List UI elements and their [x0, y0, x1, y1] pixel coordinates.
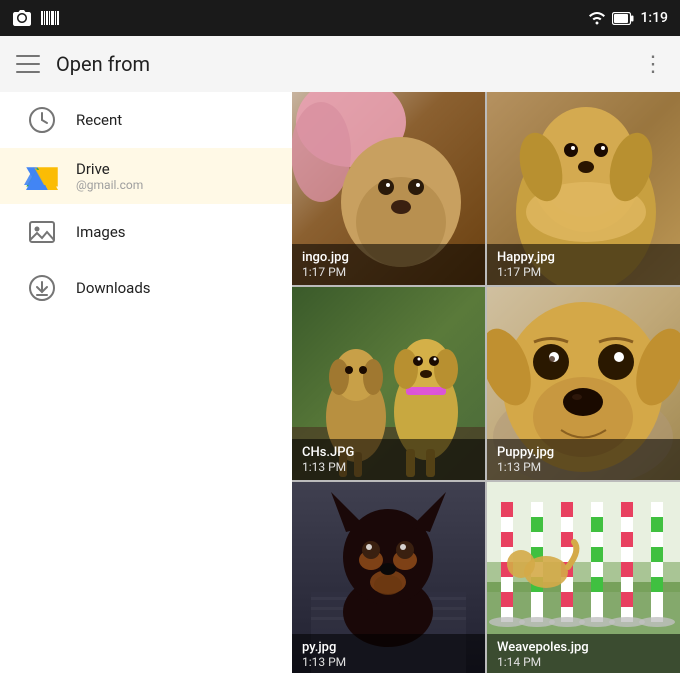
image-caption-1: Happy.jpg 1:17 PM [487, 244, 680, 285]
image-item-1[interactable]: Happy.jpg 1:17 PM [487, 92, 680, 285]
image-time-5: 1:14 PM [497, 655, 670, 669]
status-bar-right-icons: 1:19 [588, 10, 668, 26]
image-item-2[interactable]: CHs.JPG 1:13 PM [292, 287, 485, 480]
page-title: Open from [56, 52, 150, 76]
sidebar: Recent [0, 92, 292, 673]
barcode-icon [40, 9, 60, 27]
image-time-2: 1:13 PM [302, 460, 475, 474]
image-filename-4: py.jpg [302, 640, 475, 655]
image-filename-2: CHs.JPG [302, 445, 475, 460]
battery-icon [612, 12, 634, 25]
sidebar-recent-label: Recent [76, 111, 122, 129]
image-item-5[interactable]: Weavepoles.jpg 1:14 PM [487, 482, 680, 673]
status-time: 1:19 [640, 10, 668, 26]
drive-icon [24, 158, 60, 194]
sidebar-recent-content: Recent [76, 111, 122, 129]
sidebar-drive-content: Drive @gmail.com [76, 160, 143, 192]
status-bar-left-icons [12, 9, 60, 27]
sidebar-item-recent[interactable]: Recent [0, 92, 292, 148]
camera-icon [12, 9, 32, 27]
image-caption-5: Weavepoles.jpg 1:14 PM [487, 634, 680, 673]
image-item-3[interactable]: Puppy.jpg 1:13 PM [487, 287, 680, 480]
image-caption-3: Puppy.jpg 1:13 PM [487, 439, 680, 480]
sidebar-downloads-label: Downloads [76, 279, 151, 297]
image-time-3: 1:13 PM [497, 460, 670, 474]
image-filename-0: ingo.jpg [302, 250, 475, 265]
sidebar-item-downloads[interactable]: Downloads [0, 260, 292, 316]
sidebar-drive-label: Drive [76, 160, 143, 178]
image-filename-1: Happy.jpg [497, 250, 670, 265]
image-caption-4: py.jpg 1:13 PM [292, 634, 485, 673]
sidebar-item-drive[interactable]: Drive @gmail.com [0, 148, 292, 204]
sidebar-drive-email: @gmail.com [76, 178, 143, 192]
image-item-0[interactable]: ingo.jpg 1:17 PM [292, 92, 485, 285]
sidebar-item-images[interactable]: Images [0, 204, 292, 260]
sidebar-images-content: Images [76, 223, 126, 241]
toolbar-left: Open from [16, 52, 150, 76]
sidebar-images-label: Images [76, 223, 126, 241]
image-filename-3: Puppy.jpg [497, 445, 670, 460]
image-time-1: 1:17 PM [497, 265, 670, 279]
image-caption-2: CHs.JPG 1:13 PM [292, 439, 485, 480]
sidebar-downloads-content: Downloads [76, 279, 151, 297]
image-time-4: 1:13 PM [302, 655, 475, 669]
hamburger-button[interactable] [16, 52, 40, 76]
image-time-0: 1:17 PM [302, 265, 475, 279]
overflow-menu-button[interactable]: ⋮ [642, 52, 664, 77]
image-grid: ingo.jpg 1:17 PM [292, 92, 680, 673]
images-icon [24, 214, 60, 250]
clock-icon [24, 102, 60, 138]
wifi-icon [588, 11, 606, 25]
downloads-icon [24, 270, 60, 306]
image-caption-0: ingo.jpg 1:17 PM [292, 244, 485, 285]
image-filename-5: Weavepoles.jpg [497, 640, 670, 655]
toolbar: Open from ⋮ [0, 36, 680, 92]
main-layout: Recent [0, 92, 680, 673]
status-bar: 1:19 [0, 0, 680, 36]
image-item-4[interactable]: py.jpg 1:13 PM [292, 482, 485, 673]
